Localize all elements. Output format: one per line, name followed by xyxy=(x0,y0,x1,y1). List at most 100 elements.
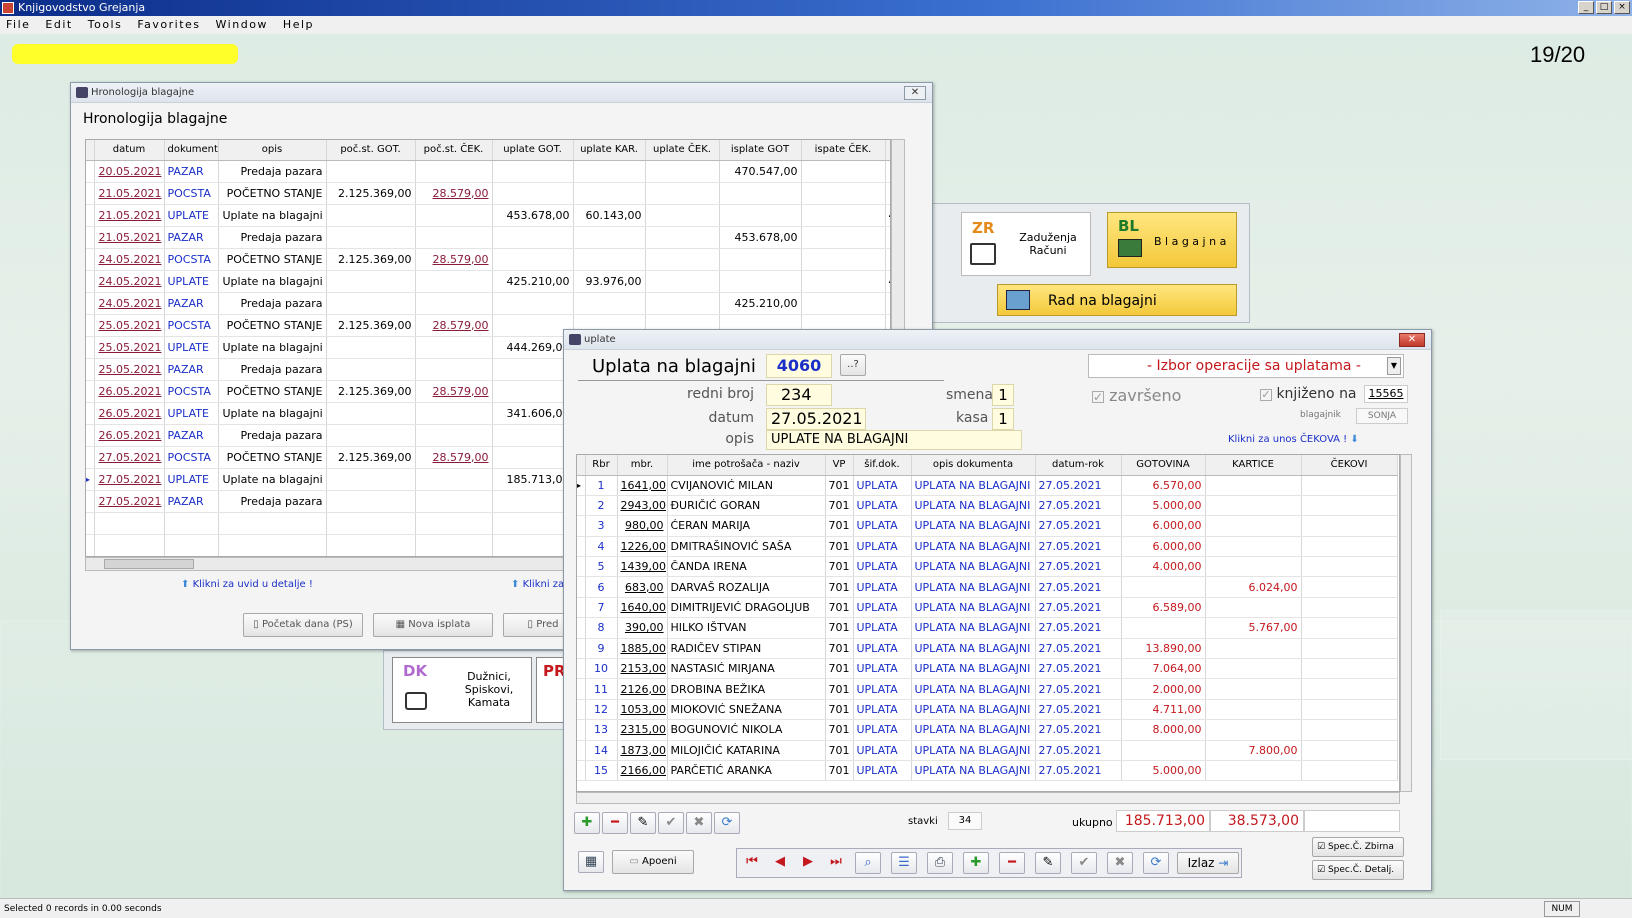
table-row[interactable]: 24.05.2021 UPLATE Uplate na blagajni 425.21… xyxy=(86,270,890,293)
chevron-down-icon[interactable]: ▼ xyxy=(1387,357,1401,375)
dk-menu-button[interactable]: DK Dužnici, Spiskovi, Kamata xyxy=(392,657,532,723)
search-button[interactable]: ⌕ xyxy=(855,852,881,874)
delete-button[interactable]: ━ xyxy=(999,852,1025,874)
opis-field[interactable]: UPLATE NA BLAGAJNI xyxy=(766,430,1022,450)
col-uplate-got[interactable]: uplate GOT. xyxy=(492,140,574,161)
add-button[interactable]: ✚ xyxy=(963,852,989,874)
menu-help[interactable]: Help xyxy=(283,18,314,31)
table-row[interactable]: 9 1885,00 RADIČEV STIPAN 701 UPLATA UPLATA NA… xyxy=(577,638,1398,660)
table-row[interactable]: 24.05.2021 POCSTA POČETNO STANJE 2.125.369,… xyxy=(86,248,890,271)
confirm-row-button[interactable]: ✔ xyxy=(658,812,684,834)
zr-menu-button[interactable]: ZR Zaduženja Računi xyxy=(961,212,1091,276)
maximize-button[interactable]: □ xyxy=(1596,1,1612,14)
menu-edit[interactable]: Edit xyxy=(45,18,72,31)
table-row[interactable]: 4 1226,00 DMITRAŠINOVIĆ SAŠA 701 UPLATA UPLAT… xyxy=(577,536,1398,558)
col-mbr[interactable]: mbr. xyxy=(617,455,668,476)
hron-hint-link[interactable]: ⬆ Klikni za uvid u detalje ! xyxy=(181,579,313,590)
knjizeno-checkbox[interactable]: ✓ knjiženo na xyxy=(1260,386,1357,402)
table-row[interactable]: 7 1640,00 DIMITRIJEVIĆ DRAGOLJUB 701 UPLATA U… xyxy=(577,597,1398,619)
col-sifdok[interactable]: šif.dok. xyxy=(853,455,912,476)
col-opis[interactable]: opis xyxy=(218,140,327,161)
hronologija-close-button[interactable]: ✕ xyxy=(904,86,926,100)
table-row[interactable]: 14 1873,00 MILOJIČIĆ KATARINA 701 UPLATA UPLA… xyxy=(577,740,1398,761)
col-datumrok[interactable]: datum-rok xyxy=(1035,455,1122,476)
bl-menu-button[interactable]: BL B l a g a j n a xyxy=(1107,212,1237,268)
table-row[interactable]: 6 683,00 DARVAŠ ROZALIJA 701 UPLATA UPLATA NA… xyxy=(577,576,1398,598)
table-row[interactable]: 11 2126,00 DROBINA BEŽIKA 701 UPLATA UPLATA N… xyxy=(577,678,1398,700)
uplate-grid[interactable]: Rbr mbr. ime potrošača - naziv VP šif.do… xyxy=(576,454,1400,792)
edit-row-button[interactable]: ✎ xyxy=(630,812,656,834)
col-gotovina[interactable]: GOTOVINA xyxy=(1121,455,1206,476)
hron-hint2-link[interactable]: ⬆ Klikni za xyxy=(511,579,564,590)
table-row[interactable]: 21.05.2021 POCSTA POČETNO STANJE 2.125.369,… xyxy=(86,182,890,205)
col-dokument[interactable]: dokument xyxy=(164,140,219,161)
col-isplate-got[interactable]: isplate GOT xyxy=(719,140,802,161)
menu-window[interactable]: Window xyxy=(216,18,268,31)
uplate-vscrollbar[interactable] xyxy=(1400,454,1412,792)
table-row[interactable]: 21.05.2021 UPLATE Uplate na blagajni 453.67… xyxy=(86,204,890,227)
first-record-button[interactable]: ⏮ xyxy=(739,852,765,874)
nova-isplata-button[interactable]: ▦ Nova isplata xyxy=(373,613,493,637)
col-vp[interactable]: VP xyxy=(825,455,854,476)
next-record-button[interactable]: ▶ xyxy=(795,852,821,874)
save-button[interactable]: ✔ xyxy=(1071,852,1097,874)
minimize-button[interactable]: _ xyxy=(1578,1,1594,14)
calculator-button[interactable]: ▦ xyxy=(578,851,604,873)
delete-row-button[interactable]: ━ xyxy=(602,812,628,834)
prev-record-button[interactable]: ◀ xyxy=(767,852,793,874)
print-button[interactable]: ⎙ xyxy=(927,852,953,874)
menu-favorites[interactable]: Favorites xyxy=(137,18,200,31)
izlaz-button[interactable]: Izlaz ⇥ xyxy=(1177,852,1239,874)
menu-file[interactable]: File xyxy=(6,18,30,31)
edit-button[interactable]: ✎ xyxy=(1035,852,1061,874)
col-uplate-kar[interactable]: uplate KAR. xyxy=(573,140,646,161)
spec-detalj-button[interactable]: ☑ Spec.Č. Detalj. xyxy=(1312,860,1404,880)
uplate-close-button[interactable]: ✕ xyxy=(1399,333,1425,347)
uplate-hscrollbar[interactable] xyxy=(576,792,1400,804)
col-uplate-cek[interactable]: uplate ČEK. xyxy=(645,140,720,161)
redni-broj-field[interactable]: 234 xyxy=(766,384,832,406)
cancel-button[interactable]: ✖ xyxy=(1107,852,1133,874)
col-rbr[interactable]: Rbr xyxy=(585,455,618,476)
spec-zbirna-button[interactable]: ☑ Spec.Č. Zbirna xyxy=(1312,837,1404,857)
kasa-field[interactable]: 1 xyxy=(992,408,1014,430)
table-row[interactable]: 5 1439,00 ČANDA IRENA 701 UPLATA UPLATA NA BL… xyxy=(577,556,1398,578)
smena-field[interactable]: 1 xyxy=(992,384,1014,406)
close-button[interactable]: × xyxy=(1614,1,1630,14)
cancel-row-button[interactable]: ✖ xyxy=(686,812,712,834)
table-row[interactable]: 12 1053,00 MIOKOVIĆ SNEŽANA 701 UPLATA UPLATA… xyxy=(577,699,1398,721)
table-row[interactable]: 20.05.2021 PAZAR Predaja pazara 470.547,00 xyxy=(86,160,890,183)
table-row[interactable]: ▸ 1 1641,00 CVIJANOVIĆ MILAN 701 UPLATA UPLATA… xyxy=(577,475,1398,496)
table-row[interactable]: 3 980,00 ĆERAN MARIJA 701 UPLATA UPLATA NA BL… xyxy=(577,515,1398,537)
refresh-button[interactable]: ⟳ xyxy=(1143,852,1169,874)
col-kartice[interactable]: KARTICE xyxy=(1205,455,1302,476)
col-pocst-got[interactable]: poč.st. GOT. xyxy=(326,140,416,161)
table-row[interactable]: 10 2153,00 NASTASIĆ MIRJANA 701 UPLATA UPLATA… xyxy=(577,658,1398,680)
add-row-button[interactable]: ✚ xyxy=(574,812,600,834)
col-ime[interactable]: ime potrošača - naziv xyxy=(667,455,826,476)
rad-na-blagajni-button[interactable]: Rad na blagajni xyxy=(997,284,1237,316)
menu-tools[interactable]: Tools xyxy=(88,18,123,31)
last-record-button[interactable]: ⏭ xyxy=(823,852,849,874)
pocetak-dana-button[interactable]: ▯ Početak dana (PS) xyxy=(243,613,363,637)
table-row[interactable]: 21.05.2021 PAZAR Predaja pazara 453.678,00 xyxy=(86,226,890,249)
refresh-row-button[interactable]: ⟳ xyxy=(714,812,740,834)
table-row[interactable]: 24.05.2021 PAZAR Predaja pazara 425.210,00 xyxy=(86,292,890,315)
col-ispate-cek[interactable]: ispate ČEK. xyxy=(801,140,886,161)
cek-hint-link[interactable]: Klikni za unos ČEKOVA ! ⬇ xyxy=(1228,434,1359,445)
apoeni-button[interactable]: ▭ Apoeni xyxy=(612,850,694,874)
col-datum[interactable]: datum xyxy=(94,140,165,161)
col-pocst-cek[interactable]: poč.st. ČEK. xyxy=(415,140,493,161)
col-opisdok[interactable]: opis dokumenta xyxy=(911,455,1036,476)
table-row[interactable]: 15 2166,00 PARČETIĆ ARANKA 701 UPLATA UPLATA … xyxy=(577,760,1398,782)
col-cekovi[interactable]: ČEKOVI xyxy=(1301,455,1398,476)
datum-field[interactable]: 27.05.2021 xyxy=(766,408,866,430)
query-button[interactable]: ..? xyxy=(840,354,866,376)
table-row[interactable]: 8 390,00 HILKO IŠTVAN 701 UPLATA UPLATA NA BL… xyxy=(577,617,1398,639)
table-row[interactable]: 2 2943,00 ĐURIČIĆ GORAN 701 UPLATA UPLATA NA … xyxy=(577,495,1398,517)
hscroll-thumb[interactable] xyxy=(104,559,194,569)
table-row[interactable]: 13 2315,00 BOGUNOVIĆ NIKOLA 701 UPLATA UPLATA… xyxy=(577,719,1398,741)
operation-select[interactable]: - Izbor operacije sa uplatama - ▼ xyxy=(1088,354,1404,378)
zavrseno-checkbox[interactable]: ✓ završeno xyxy=(1092,386,1181,405)
list-button[interactable]: ☰ xyxy=(891,852,917,874)
